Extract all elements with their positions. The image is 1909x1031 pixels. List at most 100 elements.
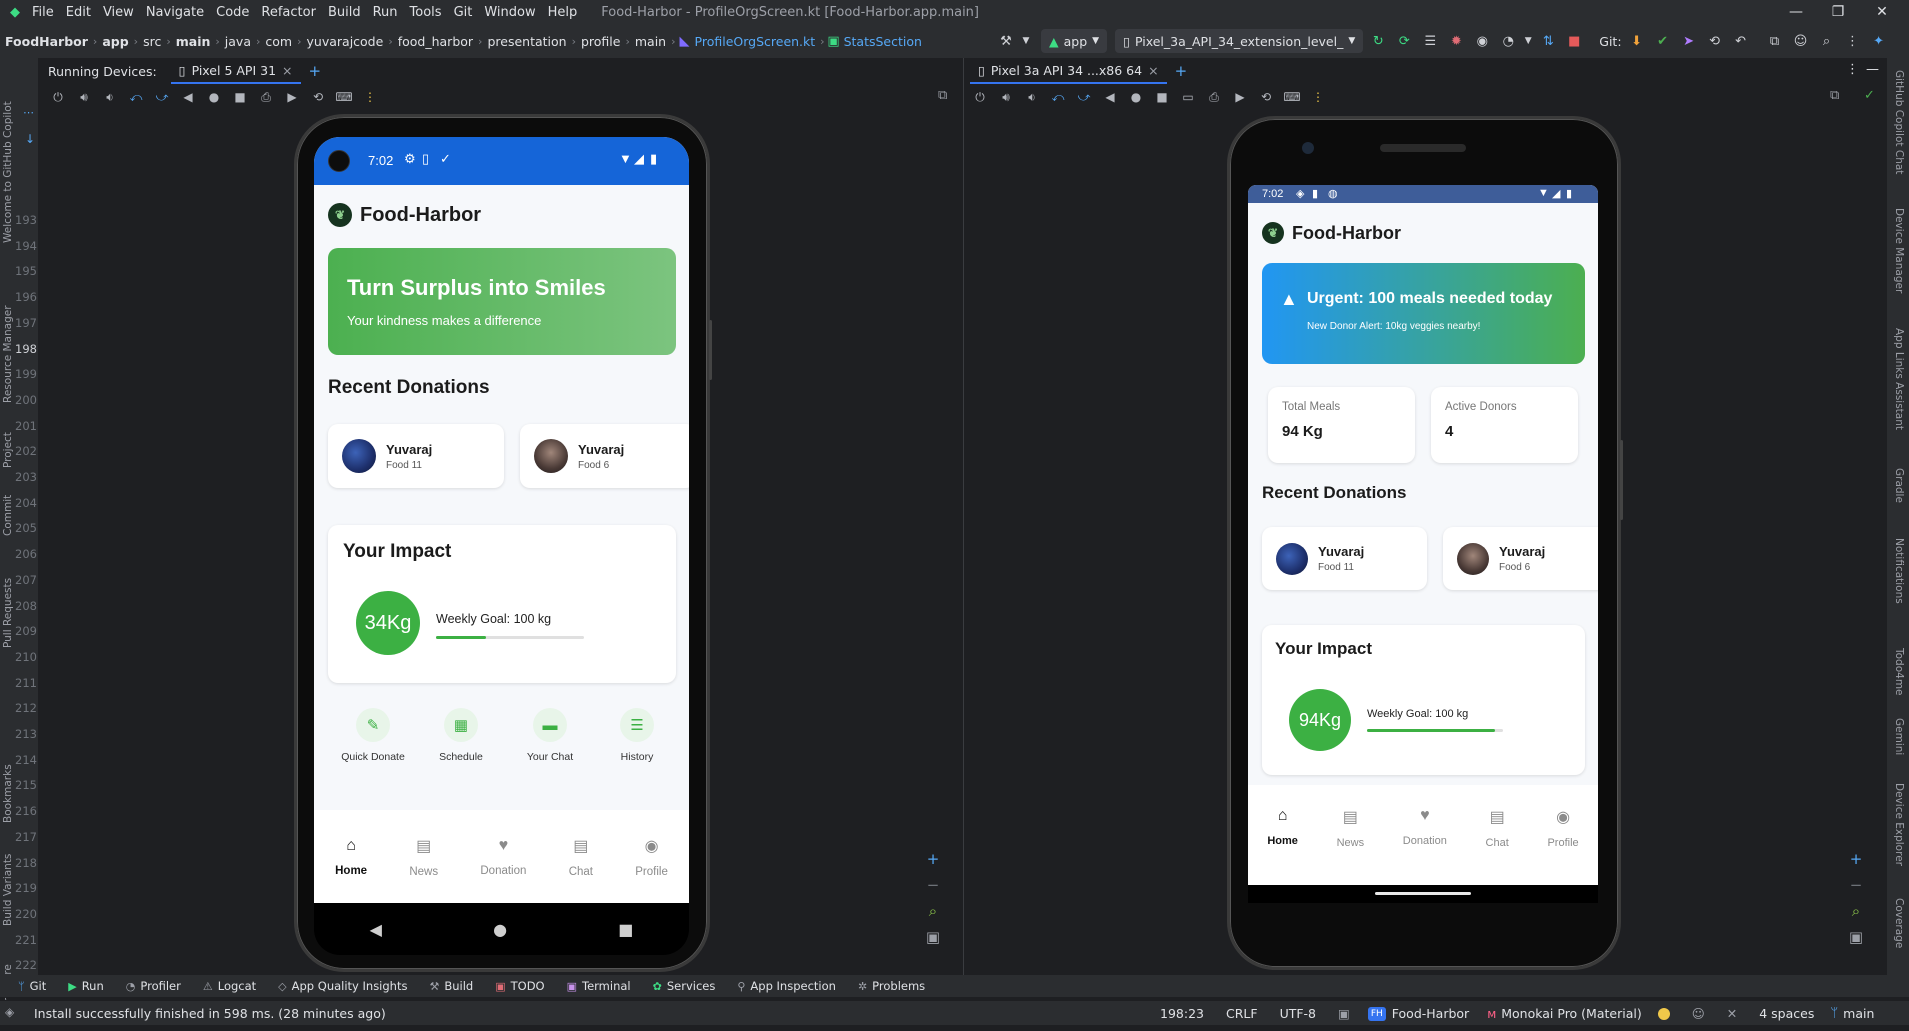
menu-git[interactable]: Git bbox=[448, 5, 479, 20]
volume-up-icon[interactable]: 🔊︎ bbox=[996, 87, 1016, 107]
tab-app-links[interactable]: App Links Assistant bbox=[1893, 328, 1905, 430]
apply-changes-icon[interactable]: ⟳ bbox=[1393, 30, 1415, 52]
back-icon[interactable]: ◀ bbox=[1100, 87, 1120, 107]
nav-news[interactable]: ▤ News bbox=[1337, 807, 1365, 849]
menu-file[interactable]: File bbox=[26, 5, 60, 20]
nav-profile[interactable]: ◉ Profile bbox=[635, 836, 668, 878]
your-chat-action[interactable]: ▬ Your Chat bbox=[510, 708, 590, 763]
tool-services[interactable]: ✿ Services bbox=[653, 979, 716, 993]
menu-edit[interactable]: Edit bbox=[60, 5, 97, 20]
crumb-yuvarajcode[interactable]: yuvarajcode bbox=[304, 34, 387, 49]
minimize-icon[interactable]: — bbox=[1776, 0, 1816, 24]
menu-navigate[interactable]: Navigate bbox=[140, 5, 210, 20]
zoom-fit-icon[interactable]: ▣ bbox=[923, 928, 943, 946]
volume-up-icon[interactable]: 🔊︎ bbox=[74, 87, 94, 107]
more-options-icon[interactable]: ⋮ bbox=[1308, 87, 1328, 107]
tab-gemini[interactable]: Gemini bbox=[1893, 718, 1905, 755]
donation-card[interactable]: Yuvaraj Food 6 bbox=[1443, 527, 1598, 590]
close-icon[interactable]: × bbox=[1148, 63, 1158, 78]
back-icon[interactable]: ◀ bbox=[370, 920, 382, 939]
menu-tools[interactable]: Tools bbox=[404, 5, 448, 20]
power-icon[interactable]: ⏻ bbox=[48, 87, 68, 107]
home-icon[interactable]: ● bbox=[204, 87, 224, 107]
rotate-left-icon[interactable]: ⤺ bbox=[126, 87, 146, 107]
back-icon[interactable]: ◀ bbox=[178, 87, 198, 107]
lock-icon[interactable]: ▣ bbox=[1338, 1006, 1350, 1021]
git-history-icon[interactable]: ⟲ bbox=[1704, 30, 1726, 52]
logcat-icon[interactable]: ☰ bbox=[1419, 30, 1441, 52]
checkmark-icon[interactable]: ✓ bbox=[1864, 88, 1875, 103]
file-encoding[interactable]: UTF-8 bbox=[1280, 1006, 1316, 1021]
nav-chat[interactable]: ▤ Chat bbox=[569, 836, 593, 878]
arrow-down-icon[interactable]: ↓ bbox=[25, 132, 35, 146]
device-select[interactable]: ▯ Pixel_3a_API_34_extension_level_ ▼ bbox=[1115, 29, 1364, 53]
tab-gradle[interactable]: Gradle bbox=[1893, 468, 1905, 503]
volume-down-icon[interactable]: 🔉︎ bbox=[100, 87, 120, 107]
crumb-module[interactable]: app bbox=[99, 34, 131, 49]
layers-icon[interactable]: ◈ bbox=[5, 1005, 14, 1019]
sync-icon[interactable]: ⇅ bbox=[1537, 30, 1559, 52]
zoom-in-icon[interactable]: + bbox=[923, 850, 943, 868]
gesture-handle[interactable] bbox=[1375, 892, 1471, 895]
tool-build[interactable]: ⚒ Build bbox=[429, 979, 473, 993]
screen-record-icon[interactable]: ▶ bbox=[282, 87, 302, 107]
tool-git[interactable]: ᛘ Git bbox=[18, 979, 46, 993]
screenshot-icon[interactable]: ⎙ bbox=[1204, 87, 1224, 107]
tab-device-manager[interactable]: Device Manager bbox=[1893, 208, 1905, 293]
menu-run[interactable]: Run bbox=[367, 5, 404, 20]
keyboard-icon[interactable]: ⌨ bbox=[1282, 87, 1302, 107]
screenshot-icon[interactable]: ⎙ bbox=[256, 87, 276, 107]
pixel3a-screen[interactable]: 7:02 ◈ ▮ ◍ ▼ ◢ ▮ ❦ Food-Harbor ▲ Urgent:… bbox=[1248, 185, 1598, 885]
theme-name[interactable]: Monokai Pro (Material) bbox=[1501, 1006, 1641, 1021]
crumb-profile[interactable]: profile bbox=[578, 34, 623, 49]
chevron-down-icon[interactable]: ▼ bbox=[1021, 30, 1031, 52]
restore-icon[interactable]: ❐ bbox=[1818, 0, 1858, 24]
git-update-icon[interactable]: ⬇ bbox=[1626, 30, 1648, 52]
nav-donation[interactable]: ♥ Donation bbox=[480, 837, 526, 877]
menu-help[interactable]: Help bbox=[542, 5, 584, 20]
git-commit-icon[interactable]: ✔ bbox=[1652, 30, 1674, 52]
tab-coverage[interactable]: Coverage bbox=[1893, 898, 1905, 948]
nav-home[interactable]: ⌂ Home bbox=[335, 837, 367, 877]
tab-pixel5[interactable]: ▯ Pixel 5 API 31 × bbox=[170, 58, 301, 84]
tool-app-inspection[interactable]: ⚲ App Inspection bbox=[737, 979, 836, 993]
rotate-right-icon[interactable]: ⤻ bbox=[1074, 87, 1094, 107]
nav-news[interactable]: ▤ News bbox=[409, 836, 438, 878]
git-rollback-icon[interactable]: ↶ bbox=[1730, 30, 1752, 52]
account-icon[interactable]: ☺ bbox=[1790, 30, 1812, 52]
zoom-out-icon[interactable]: − bbox=[1846, 876, 1866, 894]
nav-home[interactable]: ⌂ Home bbox=[1267, 807, 1298, 847]
tool-profiler[interactable]: ◔ Profiler bbox=[126, 979, 181, 993]
tool-logcat[interactable]: ⚠ Logcat bbox=[203, 979, 256, 993]
line-separator[interactable]: CRLF bbox=[1226, 1006, 1258, 1021]
more-options-icon[interactable]: ⋮ bbox=[360, 87, 380, 107]
tab-copilot-chat[interactable]: GitHub Copilot Chat bbox=[1893, 70, 1905, 174]
more-run-icon[interactable]: ▼ bbox=[1523, 30, 1533, 52]
pixel5-screen[interactable]: 7:02 ⚙ ▯ ✓ ▼ ◢ ▮ ❦ Food-Harbor Turn Surp… bbox=[314, 137, 689, 903]
home-icon[interactable]: ● bbox=[493, 920, 507, 939]
tool-todo[interactable]: ▣ TODO bbox=[495, 979, 544, 993]
rotate-left-icon[interactable]: ⤺ bbox=[1048, 87, 1068, 107]
add-device-icon[interactable]: + bbox=[1175, 62, 1188, 80]
overview-icon[interactable]: ■ bbox=[230, 87, 250, 107]
crumb-project[interactable]: FoodHarbor bbox=[2, 34, 91, 49]
quick-donate-action[interactable]: ✎ Quick Donate bbox=[333, 708, 413, 763]
status-dot-icon[interactable] bbox=[1657, 1007, 1670, 1020]
mirror-settings-icon[interactable]: ⧉ bbox=[1830, 88, 1839, 103]
crumb-symbol[interactable]: StatsSection bbox=[841, 34, 925, 49]
debug-icon[interactable]: ✹ bbox=[1445, 30, 1467, 52]
nav-profile[interactable]: ◉ Profile bbox=[1547, 807, 1578, 849]
zoom-out-icon[interactable]: − bbox=[923, 876, 943, 894]
crumb-food-harbor[interactable]: food_harbor bbox=[395, 34, 476, 49]
stop-icon[interactable]: ■ bbox=[1563, 30, 1585, 52]
crumb-java[interactable]: java bbox=[222, 34, 254, 49]
power-icon[interactable]: ⏻ bbox=[970, 87, 990, 107]
menu-window[interactable]: Window bbox=[478, 5, 541, 20]
nav-chat[interactable]: ▤ Chat bbox=[1486, 807, 1509, 849]
snapshot-icon[interactable]: ⟲ bbox=[1256, 87, 1276, 107]
rotate-right-icon[interactable]: ⤻ bbox=[152, 87, 172, 107]
close-icon[interactable]: × bbox=[282, 63, 292, 78]
caret-position[interactable]: 198:23 bbox=[1160, 1006, 1204, 1021]
more-options-icon[interactable]: ⋮ bbox=[1846, 62, 1859, 77]
schedule-action[interactable]: ▦ Schedule bbox=[421, 708, 501, 763]
